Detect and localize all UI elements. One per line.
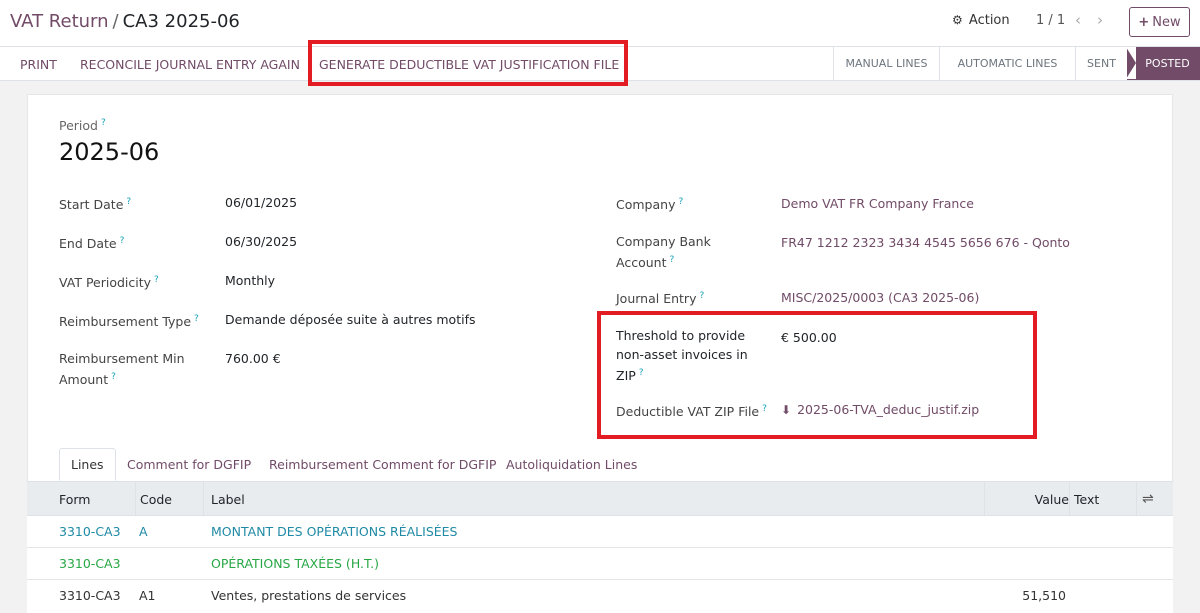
- column-header-form[interactable]: Form: [59, 482, 91, 516]
- journal-entry-label: Journal Entry?: [616, 287, 704, 308]
- help-icon[interactable]: ?: [194, 314, 199, 324]
- breadcrumb: VAT Return / CA3 2025-06: [10, 11, 240, 32]
- bank-account-field[interactable]: FR47 1212 2323 3434 4545 5656 676 - Qont…: [781, 233, 1070, 252]
- zip-file-name: 2025-06-TVA_deduc_justif.zip: [797, 402, 980, 417]
- tab-lines[interactable]: Lines: [59, 448, 116, 481]
- row-code: A: [139, 524, 148, 539]
- chevron-left-icon[interactable]: ‹: [1075, 11, 1081, 29]
- tab-autoliquidation-lines[interactable]: Autoliquidation Lines: [506, 448, 637, 481]
- column-header-text[interactable]: Text: [1069, 482, 1136, 516]
- pager-value[interactable]: 1 / 1: [1036, 13, 1065, 28]
- reimbursement-type-label: Reimbursement Type?: [59, 310, 199, 331]
- column-header-code[interactable]: Code: [135, 482, 172, 516]
- help-icon[interactable]: ?: [699, 291, 704, 301]
- journal-entry-field[interactable]: MISC/2025/0003 (CA3 2025-06): [781, 288, 979, 307]
- column-header-value[interactable]: Value: [984, 482, 1069, 516]
- status-label: POSTED: [1145, 57, 1190, 70]
- company-field[interactable]: Demo VAT FR Company France: [781, 194, 974, 213]
- status-label: AUTOMATIC LINES: [957, 57, 1058, 70]
- zip-file-download-link[interactable]: ⬇ 2025-06-TVA_deduc_justif.zip: [781, 400, 979, 420]
- gear-icon: ⚙: [952, 13, 963, 27]
- help-icon[interactable]: ?: [120, 236, 125, 246]
- row-code: A1: [139, 588, 156, 603]
- reconcile-button[interactable]: RECONCILE JOURNAL ENTRY AGAIN: [80, 57, 300, 72]
- start-date-label: Start Date?: [59, 193, 131, 214]
- action-menu-button[interactable]: ⚙ Action: [952, 13, 1010, 28]
- plus-icon: +: [1138, 14, 1150, 30]
- end-date-label-text: End Date: [59, 236, 117, 252]
- help-icon[interactable]: ?: [678, 197, 683, 207]
- period-label: Period?: [59, 118, 106, 133]
- bank-account-label: Company Bank Account?: [616, 232, 711, 272]
- help-icon[interactable]: ?: [762, 404, 767, 414]
- row-label: MONTANT DES OPÉRATIONS RÉALISÉES: [211, 524, 458, 539]
- reimbursement-min-label-line2: Amount: [59, 372, 109, 388]
- new-label: New: [1152, 14, 1181, 30]
- bank-account-label-line2: Account: [616, 255, 667, 271]
- status-posted[interactable]: POSTED: [1126, 47, 1200, 80]
- period-label-text: Period: [59, 118, 98, 134]
- reimbursement-type-label-text: Reimbursement Type: [59, 314, 192, 330]
- row-value: 51,510: [1022, 588, 1066, 603]
- tab-reimbursement-comment[interactable]: Reimbursement Comment for DGFIP: [269, 448, 496, 481]
- print-button[interactable]: PRINT: [20, 57, 57, 72]
- threshold-label-line3: ZIP: [616, 368, 636, 384]
- lines-table-header: Form Code Label Value Text ⇌: [27, 481, 1173, 516]
- start-date-label-text: Start Date: [59, 197, 124, 213]
- status-label: SENT: [1087, 57, 1116, 70]
- row-form: 3310-CA3: [59, 524, 121, 539]
- status-manual-lines[interactable]: MANUAL LINES: [833, 47, 939, 80]
- help-icon[interactable]: ?: [154, 275, 159, 285]
- breadcrumb-current: CA3 2025-06: [122, 11, 240, 32]
- start-date-field[interactable]: 06/01/2025: [225, 193, 297, 212]
- row-label: Ventes, prestations de services: [211, 588, 407, 603]
- help-icon[interactable]: ?: [126, 197, 131, 207]
- zip-file-label-text: Deductible VAT ZIP File: [616, 404, 760, 420]
- end-date-label: End Date?: [59, 232, 124, 253]
- zip-file-label: Deductible VAT ZIP File?: [616, 400, 767, 421]
- reimbursement-min-label-line1: Reimbursement Min: [59, 351, 185, 366]
- threshold-field[interactable]: € 500.00: [781, 328, 837, 347]
- help-icon[interactable]: ?: [111, 372, 116, 382]
- status-automatic-lines[interactable]: AUTOMATIC LINES: [939, 47, 1075, 80]
- reimbursement-type-field[interactable]: Demande déposée suite à autres motifs: [225, 310, 476, 329]
- breadcrumb-parent-link[interactable]: VAT Return: [10, 11, 109, 32]
- row-label: OPÉRATIONS TAXÉES (H.T.): [211, 556, 379, 571]
- new-button[interactable]: + New: [1129, 7, 1190, 37]
- vat-periodicity-field[interactable]: Monthly: [225, 271, 275, 290]
- action-label: Action: [968, 13, 1010, 28]
- column-header-label[interactable]: Label: [203, 482, 245, 516]
- form-button-bar: PRINT RECONCILE JOURNAL ENTRY AGAIN GENE…: [0, 46, 1200, 81]
- reimbursement-min-field[interactable]: 760.00 €: [225, 349, 281, 368]
- bank-account-label-line1: Company Bank: [616, 234, 711, 249]
- reimbursement-min-label: Reimbursement Min Amount?: [59, 349, 185, 389]
- threshold-label: Threshold to provide non-asset invoices …: [616, 326, 748, 385]
- threshold-label-line2: non-asset invoices in: [616, 347, 748, 362]
- row-form: 3310-CA3: [59, 588, 121, 603]
- period-value: 2025-06: [59, 138, 160, 166]
- table-row[interactable]: 3310-CA3 OPÉRATIONS TAXÉES (H.T.): [27, 548, 1173, 580]
- end-date-field[interactable]: 06/30/2025: [225, 232, 297, 251]
- company-label: Company?: [616, 193, 683, 214]
- control-panel: VAT Return / CA3 2025-06 ⚙ Action 1 / 1 ‹ …: [0, 0, 1200, 46]
- threshold-label-line1: Threshold to provide: [616, 328, 746, 343]
- breadcrumb-separator: /: [112, 11, 119, 32]
- help-icon[interactable]: ?: [639, 368, 644, 378]
- vat-periodicity-label: VAT Periodicity?: [59, 271, 159, 292]
- tab-comment-dgfip[interactable]: Comment for DGFIP: [127, 448, 251, 481]
- status-label: MANUAL LINES: [845, 57, 928, 70]
- download-icon: ⬇: [781, 403, 792, 417]
- help-icon[interactable]: ?: [101, 118, 106, 128]
- vat-periodicity-label-text: VAT Periodicity: [59, 275, 152, 291]
- table-row[interactable]: 3310-CA3 A MONTANT DES OPÉRATIONS RÉALIS…: [27, 516, 1173, 548]
- generate-justification-button[interactable]: GENERATE DEDUCTIBLE VAT JUSTIFICATION FI…: [319, 57, 619, 72]
- help-icon[interactable]: ?: [669, 255, 674, 265]
- table-row[interactable]: 3310-CA3 A1 Ventes, prestations de servi…: [27, 580, 1173, 613]
- row-form: 3310-CA3: [59, 556, 121, 571]
- company-label-text: Company: [616, 197, 676, 213]
- chevron-right-icon[interactable]: ›: [1097, 11, 1103, 29]
- optional-columns-icon[interactable]: ⇌: [1142, 491, 1154, 507]
- journal-entry-label-text: Journal Entry: [616, 291, 697, 307]
- status-sent[interactable]: SENT: [1075, 47, 1127, 80]
